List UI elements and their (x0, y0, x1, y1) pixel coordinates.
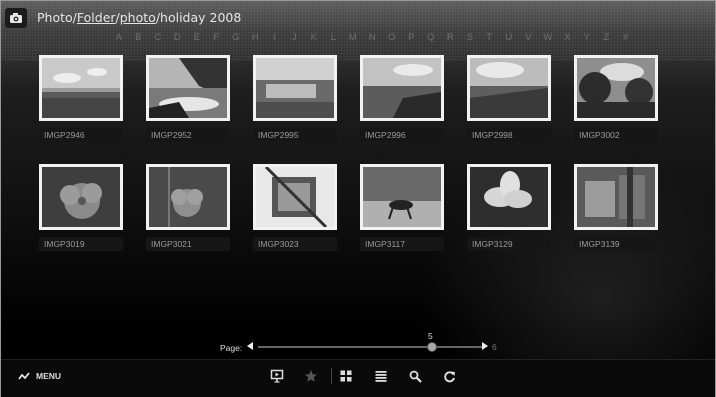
list-view-icon[interactable] (373, 368, 389, 384)
menu-label: MENU (36, 371, 62, 381)
thumbnail-image[interactable] (39, 55, 123, 121)
alphabet-letter[interactable]: C (148, 32, 168, 43)
alphabet-filter: A B C D E F G H I J K L M N O P Q R S T U V W X Y Z # (109, 32, 636, 43)
thumbnail-image[interactable] (360, 55, 444, 121)
thumbnail-image[interactable] (574, 55, 658, 121)
alphabet-letter[interactable]: X (558, 32, 578, 43)
breadcrumb-segment: Photo (37, 10, 73, 25)
photo-thumbnail[interactable]: IMGP3002 (574, 55, 658, 142)
prev-page-icon[interactable] (247, 342, 253, 350)
thumbnail-image[interactable] (39, 164, 123, 230)
toolbar-divider (331, 368, 332, 384)
alphabet-letter[interactable]: K (304, 32, 324, 43)
photo-filename: IMGP3023 (253, 237, 337, 251)
page-slider-handle[interactable] (427, 342, 437, 352)
alphabet-letter[interactable]: # (616, 32, 636, 43)
thumbnail-image[interactable] (574, 164, 658, 230)
photo-filename: IMGP2998 (467, 128, 551, 142)
alphabet-letter[interactable]: W (538, 32, 558, 43)
photo-thumbnail[interactable]: IMGP3021 (146, 164, 230, 251)
next-page-icon[interactable] (482, 342, 488, 350)
photo-filename: IMGP2952 (146, 128, 230, 142)
photo-thumbnail[interactable]: IMGP3019 (39, 164, 123, 251)
alphabet-letter[interactable]: Q (421, 32, 441, 43)
total-pages: 6 (492, 342, 497, 352)
breadcrumb-link[interactable]: Folder (77, 10, 116, 25)
photo-thumbnail[interactable]: IMGP2946 (39, 55, 123, 142)
thumbnail-image[interactable] (146, 164, 230, 230)
search-icon[interactable] (407, 368, 423, 384)
photo-filename: IMGP2946 (39, 128, 123, 142)
grid-view-icon[interactable] (338, 368, 354, 384)
favorite-icon[interactable] (303, 368, 319, 384)
alphabet-letter[interactable]: S (460, 32, 480, 43)
thumbnail-image[interactable] (360, 164, 444, 230)
current-page: 5 (428, 331, 433, 341)
alphabet-letter[interactable]: V (519, 32, 539, 43)
alphabet-letter[interactable]: Y (577, 32, 597, 43)
breadcrumb: Photo/Folder/photo/holiday 2008 (37, 10, 241, 25)
alphabet-letter[interactable]: J (285, 32, 305, 43)
page-slider: Page: 5 6 (220, 331, 520, 357)
thumbnail-image[interactable] (253, 55, 337, 121)
alphabet-letter[interactable]: B (129, 32, 149, 43)
photo-thumbnail[interactable]: IMGP2996 (360, 55, 444, 142)
alphabet-letter[interactable]: T (480, 32, 500, 43)
refresh-icon[interactable] (441, 368, 457, 384)
photo-station-window: Photo/Folder/photo/holiday 2008 ABCDEFGH… (0, 0, 716, 397)
photo-filename: IMGP3002 (574, 128, 658, 142)
thumbnail-image[interactable] (467, 164, 551, 230)
alphabet-letter[interactable]: U (499, 32, 519, 43)
breadcrumb-segment: holiday 2008 (160, 10, 242, 25)
photo-filename: IMGP3021 (146, 237, 230, 251)
alphabet-letter[interactable]: M (343, 32, 363, 43)
alphabet-letter[interactable]: A (109, 32, 129, 43)
alphabet-letter[interactable]: Z (597, 32, 617, 43)
alphabet-letter[interactable]: H (246, 32, 266, 43)
alphabet-letter[interactable]: N (363, 32, 383, 43)
photo-filename: IMGP3019 (39, 237, 123, 251)
alphabet-letter[interactable]: L (324, 32, 344, 43)
photo-filename: IMGP3117 (360, 237, 444, 251)
photo-filename: IMGP3139 (574, 237, 658, 251)
alphabet-letter[interactable]: D (168, 32, 188, 43)
alphabet-letter[interactable]: R (441, 32, 461, 43)
photo-filename: IMGP3129 (467, 237, 551, 251)
alphabet-letter[interactable]: F (207, 32, 227, 43)
photo-filename: IMGP2996 (360, 128, 444, 142)
alphabet-letter[interactable]: I (265, 32, 285, 43)
alphabet-letter[interactable]: E (187, 32, 207, 43)
camera-icon[interactable] (5, 8, 27, 28)
photo-thumbnail[interactable]: IMGP3139 (574, 164, 658, 251)
photo-thumbnail[interactable]: IMGP3117 (360, 164, 444, 251)
alphabet-letter[interactable]: O (382, 32, 402, 43)
thumbnail-image[interactable] (467, 55, 551, 121)
menu-icon (18, 372, 30, 380)
photo-thumbnail[interactable]: IMGP3023 (253, 164, 337, 251)
photo-thumbnail[interactable]: IMGP2998 (467, 55, 551, 142)
photo-thumbnail[interactable]: IMGP3129 (467, 164, 551, 251)
slideshow-icon[interactable] (269, 368, 285, 384)
thumbnail-image[interactable] (146, 55, 230, 121)
page-label: Page: (220, 343, 243, 353)
photo-thumbnail[interactable]: IMGP2995 (253, 55, 337, 142)
thumbnail-image[interactable] (253, 164, 337, 230)
menu-button[interactable]: MENU (18, 371, 61, 381)
bottom-toolbar: MENU (1, 359, 715, 397)
photo-filename: IMGP2995 (253, 128, 337, 142)
alphabet-letter[interactable]: P (402, 32, 422, 43)
page-track[interactable] (258, 346, 484, 348)
breadcrumb-link[interactable]: photo (120, 10, 156, 25)
alphabet-letter[interactable]: G (226, 32, 246, 43)
photo-thumbnail[interactable]: IMGP2952 (146, 55, 230, 142)
